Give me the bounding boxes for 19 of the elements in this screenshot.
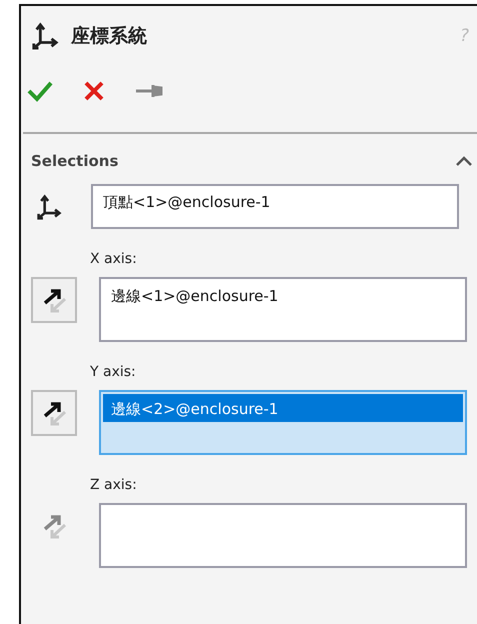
reverse-direction-button[interactable]: [31, 277, 77, 323]
selection-field[interactable]: 邊線<2>@enclosure-1: [99, 390, 467, 455]
panel-title: 座標系統: [71, 24, 148, 49]
selection-field[interactable]: 邊線<1>@enclosure-1: [99, 277, 467, 342]
selection-entry[interactable]: 頂點<1>@enclosure-1: [103, 193, 455, 221]
collapse-icon[interactable]: [455, 155, 473, 167]
axis-label: Z axis:: [90, 477, 138, 493]
section-title: Selections: [31, 152, 118, 170]
reverse-direction-button[interactable]: [31, 390, 77, 436]
axis-label: Y axis:: [90, 364, 137, 380]
selection-entry[interactable]: 邊線<1>@enclosure-1: [103, 281, 463, 309]
coordinate-axes-icon: [36, 194, 62, 220]
ok-icon[interactable]: [27, 80, 53, 102]
coordinate-axes-icon: [31, 22, 59, 50]
close-icon[interactable]: [83, 80, 105, 102]
selection-entry[interactable]: 邊線<2>@enclosure-1: [103, 394, 463, 422]
selection-field[interactable]: [99, 503, 467, 568]
selection-field[interactable]: 頂點<1>@enclosure-1: [91, 184, 459, 229]
axis-label: X axis:: [90, 251, 138, 267]
